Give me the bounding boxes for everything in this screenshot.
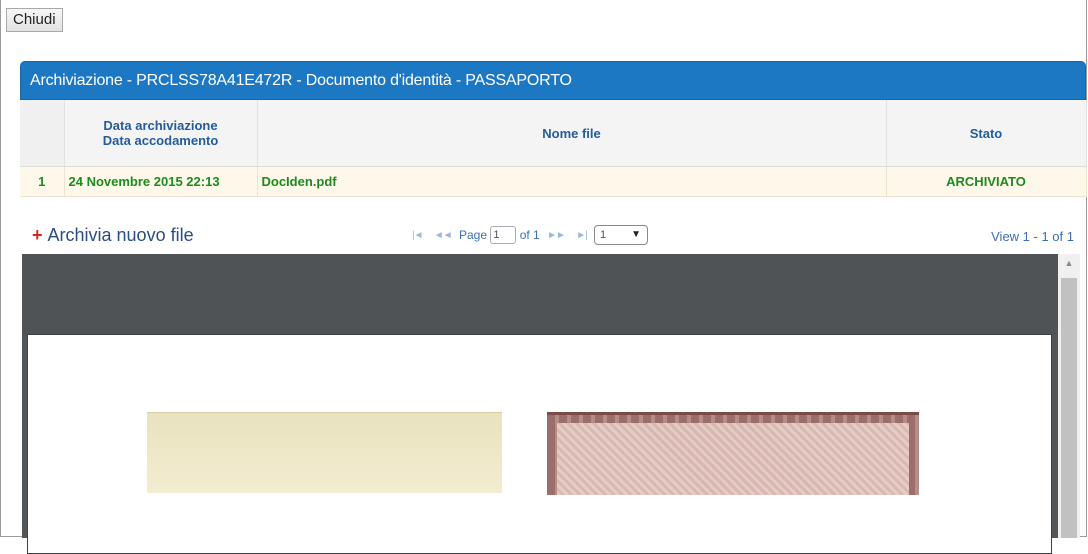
column-header-index — [20, 100, 65, 167]
panel-title: Archiviazione - PRCLSS78A41E472R - Docum… — [30, 72, 572, 89]
column-header-data-line1: Data archiviazione — [103, 118, 218, 133]
grid-toolbar: +Archivia nuovo file |◄ ◄◄ Page of 1 ►► … — [20, 223, 1086, 253]
next-page-icon[interactable]: ►► — [543, 230, 569, 241]
panel-header: Archiviazione - PRCLSS78A41E472R - Docum… — [20, 61, 1086, 100]
viewer-toolbar-area — [22, 254, 1058, 334]
scroll-thumb[interactable] — [1061, 278, 1077, 538]
last-page-icon[interactable]: ►| — [572, 230, 591, 241]
column-header-stato[interactable]: Stato — [886, 100, 1087, 167]
pager: |◄ ◄◄ Page of 1 ►► ►| 1 ▼ — [408, 225, 649, 247]
vertical-scrollbar[interactable]: ▲ — [1058, 254, 1080, 538]
pdf-viewer[interactable]: ▲ — [22, 254, 1080, 554]
view-records-text: View 1 - 1 of 1 — [991, 229, 1074, 244]
column-header-data-line2: Data accodamento — [102, 133, 219, 148]
page-label: Page — [458, 228, 488, 242]
rows-per-page-value: 1 — [600, 229, 607, 242]
passport-scan-left — [147, 412, 502, 493]
scroll-up-icon[interactable]: ▲ — [1058, 258, 1080, 268]
grid-header-row: Data archiviazione Data accodamento Nome… — [20, 100, 1087, 167]
close-button[interactable]: Chiudi — [6, 8, 63, 32]
prev-page-icon[interactable]: ◄◄ — [430, 230, 456, 241]
page-count: of 1 — [519, 228, 540, 242]
first-page-icon[interactable]: |◄ — [408, 230, 427, 241]
add-file-button[interactable]: + Archivia nuovo file — [32, 225, 194, 246]
page-input[interactable] — [490, 226, 517, 244]
files-grid: Data archiviazione Data accodamento Nome… — [20, 100, 1087, 197]
row-data: 24 Novembre 2015 22:13 — [64, 166, 258, 197]
column-header-nome-file[interactable]: Nome file — [257, 100, 887, 167]
row-nome-file[interactable]: DocIden.pdf — [257, 166, 887, 197]
passport-scan-right — [547, 412, 919, 495]
rows-per-page-select[interactable]: 1 ▼ — [594, 225, 649, 245]
add-file-label: Archivia nuovo file — [47, 225, 194, 245]
plus-icon: + — [32, 225, 43, 245]
chevron-down-icon: ▼ — [631, 229, 642, 240]
row-stato: ARCHIVIATO — [886, 166, 1087, 197]
table-row[interactable]: 1 24 Novembre 2015 22:13 DocIden.pdf ARC… — [20, 166, 1087, 197]
passport-pattern — [557, 423, 909, 495]
row-number: 1 — [20, 166, 65, 197]
column-header-data[interactable]: Data archiviazione Data accodamento — [64, 100, 258, 167]
